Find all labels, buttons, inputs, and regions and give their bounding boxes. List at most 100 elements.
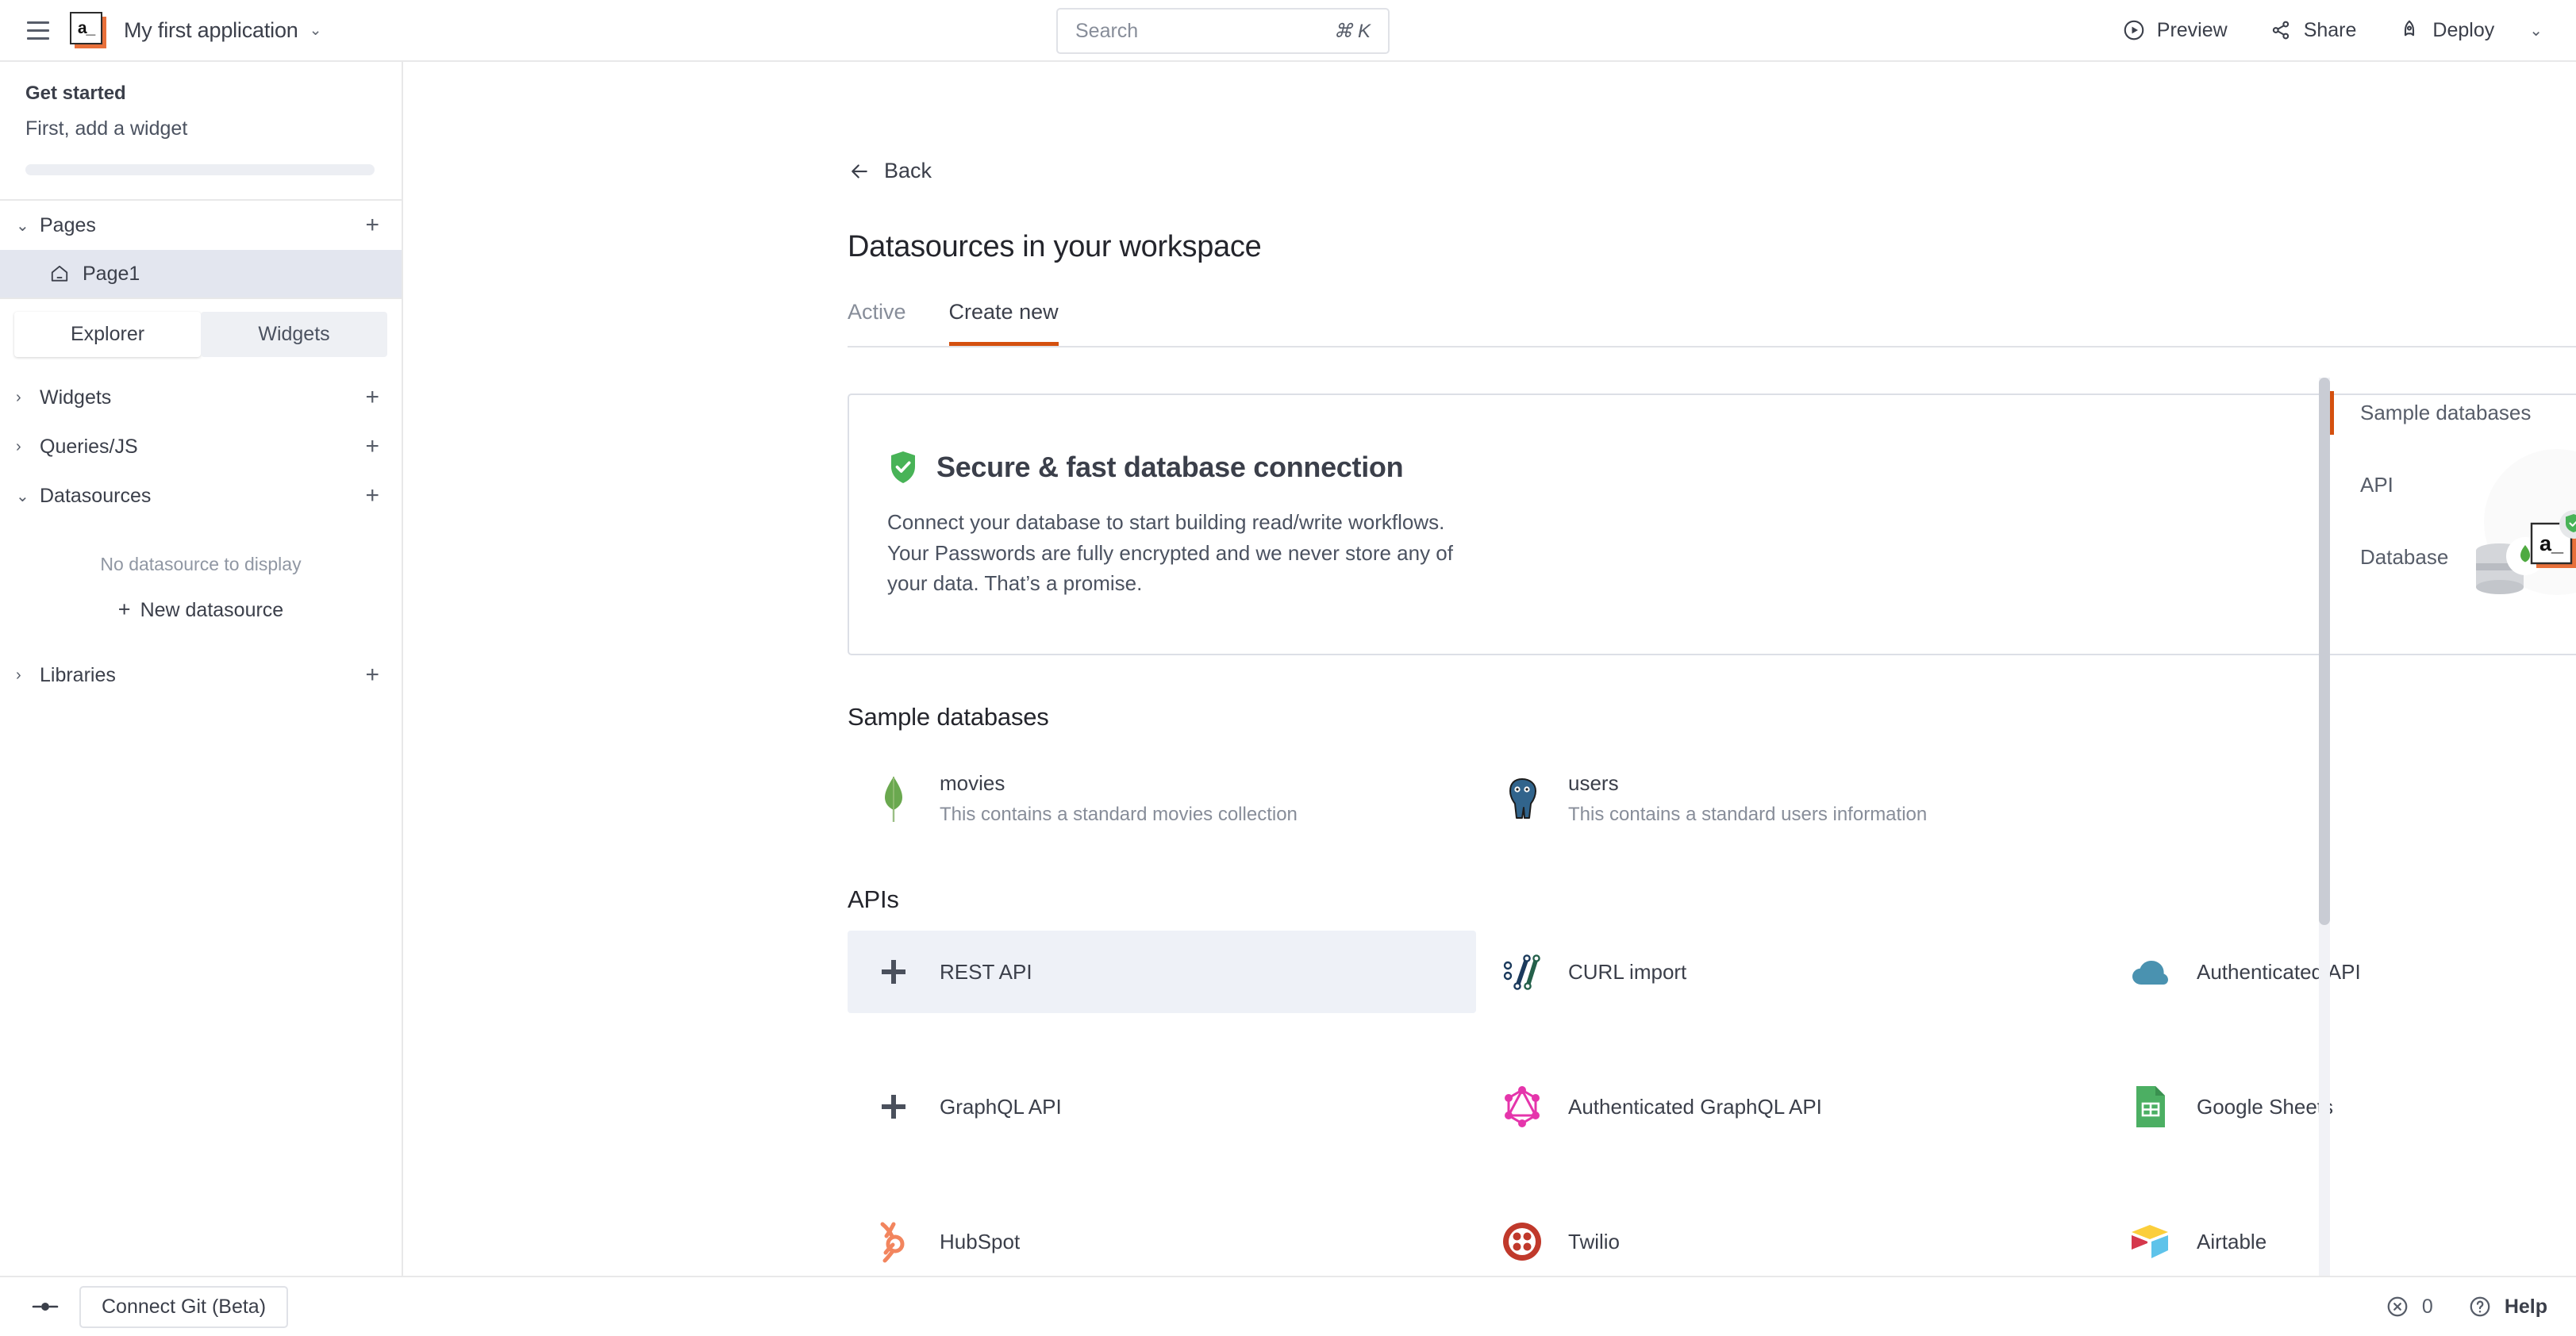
- google-sheets-icon: [2127, 1083, 2174, 1131]
- tab-explorer[interactable]: Explorer: [14, 312, 201, 357]
- search-input[interactable]: Search ⌘ K: [1056, 8, 1390, 54]
- get-started-title: Get started: [25, 83, 126, 104]
- tab-create-new[interactable]: Create new: [948, 300, 1059, 346]
- google-sheets-name: Google Sheets: [2197, 1094, 2334, 1119]
- share-nodes-icon: [2269, 18, 2293, 42]
- authenticated-graphql-api-card-text: Authenticated GraphQL API: [1568, 1095, 1822, 1119]
- add-page-button[interactable]: +: [365, 213, 379, 237]
- chevron-right-icon[interactable]: ›: [16, 389, 40, 407]
- add-query-button[interactable]: +: [365, 435, 379, 459]
- add-widget-button[interactable]: +: [365, 386, 379, 409]
- datasource-card-rest-api[interactable]: REST API: [848, 931, 1476, 1013]
- apis-grid: REST API CURL import Authenticated API G…: [848, 931, 2576, 1276]
- back-button[interactable]: Back: [848, 159, 932, 183]
- banner-title-row: Secure & fast database connection: [887, 450, 1490, 485]
- get-started-panel: Get started First, add a widget: [0, 62, 402, 201]
- help-button[interactable]: Help: [2468, 1295, 2547, 1319]
- bottom-bar: Connect Git (Beta) 0 Help: [0, 1276, 2576, 1336]
- play-circle-icon: [2122, 18, 2146, 42]
- sidebar-section-pages[interactable]: ⌄ Pages +: [0, 201, 402, 250]
- graphql-api-name: GraphQL API: [940, 1094, 1062, 1119]
- datasource-card-movies[interactable]: movies This contains a standard movies c…: [848, 754, 1476, 843]
- new-datasource-button[interactable]: + New datasource: [0, 597, 402, 651]
- appsmith-logo[interactable]: a_: [70, 12, 106, 48]
- airtable-card-text: Airtable: [2197, 1230, 2266, 1254]
- section-heading-sample-databases: Sample databases: [848, 703, 1049, 731]
- hubspot-card-text: HubSpot: [940, 1230, 1020, 1254]
- movies-name: movies: [940, 771, 1005, 795]
- datasources-empty-message: No datasource to display: [100, 554, 302, 574]
- share-button[interactable]: Share: [2248, 7, 2378, 53]
- content-scrollbar-thumb[interactable]: [2319, 378, 2330, 925]
- deploy-button[interactable]: Deploy: [2377, 7, 2515, 53]
- new-datasource-label: New datasource: [140, 599, 284, 621]
- datasource-card-authenticated-graphql-api[interactable]: Authenticated GraphQL API: [1476, 1065, 2105, 1148]
- datasource-card-twilio[interactable]: Twilio: [1476, 1200, 2105, 1276]
- search-shortcut-hint: ⌘ K: [1333, 20, 1371, 42]
- chevron-down-icon[interactable]: ⌄: [16, 486, 40, 506]
- queries-js-label: Queries/JS: [40, 435, 138, 458]
- datasources-label: Datasources: [40, 484, 152, 507]
- chevron-down-icon: ⌄: [309, 21, 322, 39]
- plus-thick-icon: [870, 1083, 917, 1131]
- datasource-card-curl-import[interactable]: CURL import: [1476, 931, 2105, 1013]
- chevron-down-icon[interactable]: ⌄: [16, 216, 40, 236]
- preview-label: Preview: [2156, 18, 2228, 41]
- banner-description: Connect your database to start building …: [887, 510, 1453, 596]
- rocket-icon: [2397, 18, 2421, 42]
- hamburger-icon[interactable]: [21, 13, 56, 48]
- section-anchor-nav: Sample databases API Database: [2319, 62, 2576, 1276]
- home-icon: [49, 263, 70, 284]
- authenticated-graphql-api-name: Authenticated GraphQL API: [1568, 1094, 1822, 1119]
- curl-import-card-text: CURL import: [1568, 960, 1686, 985]
- appsmith-editor: a_ My first application ⌄ Search ⌘ K Pre…: [0, 0, 2576, 1336]
- graphql-api-card-text: GraphQL API: [940, 1095, 1062, 1119]
- curl-icon: [1498, 948, 1546, 996]
- tab-active[interactable]: Active: [848, 300, 906, 346]
- deploy-label: Deploy: [2432, 18, 2495, 41]
- error-count-indicator[interactable]: 0: [2386, 1295, 2433, 1319]
- airtable-icon: [2127, 1218, 2174, 1265]
- connect-git-button[interactable]: Connect Git (Beta): [79, 1285, 289, 1328]
- deploy-chevron-down-icon[interactable]: ⌄: [2515, 21, 2552, 40]
- banner-text: Secure & fast database connection Connec…: [849, 450, 1522, 598]
- mongodb-leaf-icon: [870, 775, 917, 823]
- widgets-label: Widgets: [40, 386, 112, 409]
- back-label: Back: [884, 159, 932, 182]
- datasource-card-graphql-api[interactable]: GraphQL API: [848, 1065, 1476, 1148]
- airtable-name: Airtable: [2197, 1229, 2267, 1253]
- tab-widgets[interactable]: Widgets: [201, 312, 387, 357]
- add-library-button[interactable]: +: [365, 663, 379, 687]
- topbar-actions: Preview Share Deploy ⌄: [2101, 7, 2552, 53]
- chevron-right-icon[interactable]: ›: [16, 666, 40, 685]
- tree-section-widgets[interactable]: › Widgets +: [0, 373, 402, 422]
- app-name-button[interactable]: My first application ⌄: [124, 18, 322, 43]
- page-title: Datasources in your workspace: [848, 230, 1262, 263]
- hubspot-name: HubSpot: [940, 1229, 1021, 1253]
- bottom-bar-right: 0 Help: [2386, 1295, 2547, 1319]
- datasource-card-hubspot[interactable]: HubSpot: [848, 1200, 1476, 1276]
- chevron-right-icon[interactable]: ›: [16, 438, 40, 456]
- datasources-page: Back Datasources in your workspace Activ…: [403, 62, 2576, 1276]
- sidebar-item-page1[interactable]: Page1: [0, 250, 402, 298]
- hubspot-icon: [870, 1218, 917, 1265]
- git-commit-icon[interactable]: [32, 1297, 59, 1316]
- tree-section-queries-js[interactable]: › Queries/JS +: [0, 422, 402, 471]
- datasource-tabs: Active Create new: [848, 300, 2576, 347]
- anchor-database[interactable]: Database: [2330, 536, 2576, 579]
- anchor-sample-databases[interactable]: Sample databases: [2330, 391, 2576, 435]
- left-sidebar: Get started First, add a widget ⌄ Pages …: [0, 62, 403, 1276]
- tree-section-libraries[interactable]: › Libraries +: [0, 651, 402, 700]
- add-datasource-button[interactable]: +: [365, 484, 379, 508]
- postgresql-elephant-icon: [1498, 775, 1546, 823]
- plus-thick-icon: [870, 948, 917, 996]
- app-name-label: My first application: [124, 17, 298, 42]
- cloud-icon: [2127, 948, 2174, 996]
- tree-section-datasources[interactable]: ⌄ Datasources +: [0, 471, 402, 520]
- movies-card-text: movies This contains a standard movies c…: [940, 771, 1298, 826]
- twilio-card-text: Twilio: [1568, 1230, 1620, 1254]
- anchor-api[interactable]: API: [2330, 463, 2576, 507]
- help-label: Help: [2504, 1295, 2547, 1318]
- preview-button[interactable]: Preview: [2101, 7, 2248, 53]
- datasource-card-users[interactable]: users This contains a standard users inf…: [1476, 754, 2105, 843]
